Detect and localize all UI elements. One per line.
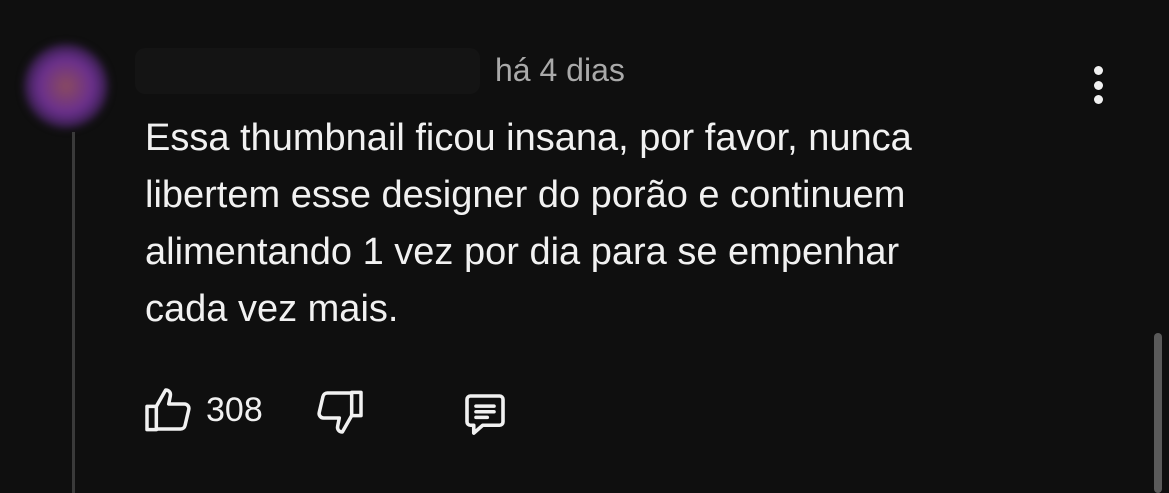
- like-count: 308: [206, 391, 263, 429]
- comment-text-line: alimentando 1 vez por dia para se empenh…: [145, 231, 900, 273]
- thread-line: [72, 132, 75, 493]
- more-vertical-icon-dot: [1093, 95, 1103, 104]
- more-options-button[interactable]: [1078, 62, 1118, 108]
- reply-button[interactable]: [458, 387, 514, 443]
- comment-icon: [465, 394, 505, 435]
- more-vertical-icon-dot: [1093, 80, 1103, 90]
- dislike-button[interactable]: [312, 383, 368, 439]
- comment-timestamp[interactable]: há 4 dias: [495, 52, 625, 89]
- comment-text-line: libertem esse designer do porão e contin…: [145, 174, 906, 216]
- comment-text-line: cada vez mais.: [145, 288, 399, 330]
- author-name-redacted: [135, 48, 480, 94]
- comment-text-line: Essa thumbnail ficou insana, por favor, …: [145, 117, 912, 159]
- scrollbar[interactable]: [1154, 333, 1162, 493]
- thumbs-down-icon: [317, 390, 363, 434]
- more-vertical-icon-dot: [1093, 66, 1103, 75]
- thumbs-up-icon: [145, 388, 191, 432]
- like-button[interactable]: [140, 383, 196, 439]
- comment-text: Essa thumbnail ficou insana, por favor, …: [145, 110, 1045, 338]
- avatar[interactable]: [24, 44, 108, 128]
